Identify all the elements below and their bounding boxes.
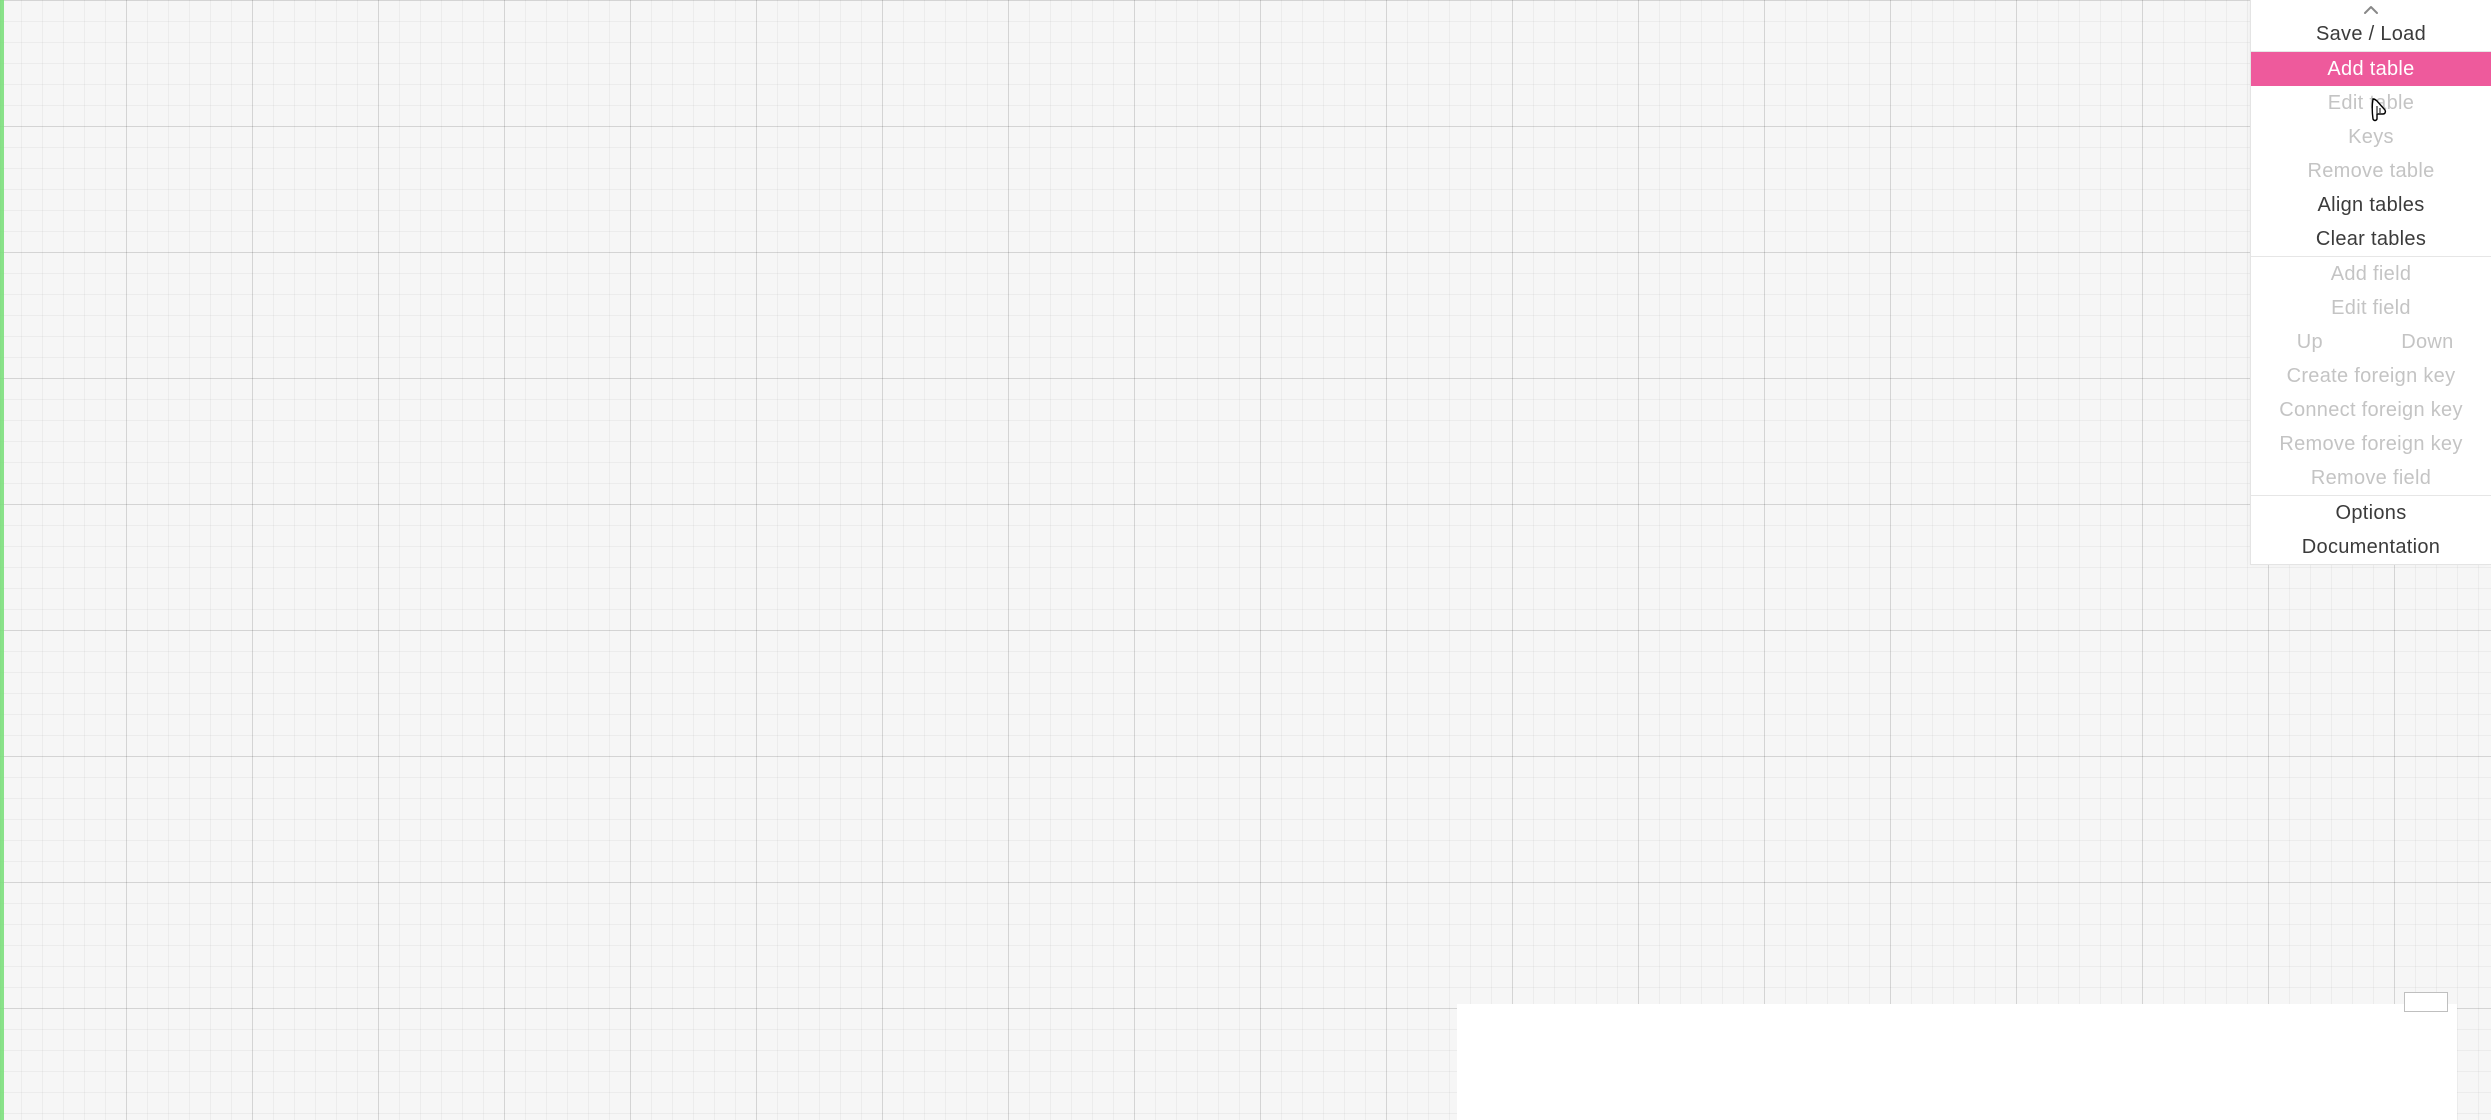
- sidebar-panel: Save / Load Add table Edit table Keys Re…: [2250, 0, 2491, 565]
- field-operations-group: Add field Edit field UpDown Create forei…: [2251, 257, 2491, 496]
- chevron-up-icon: [2363, 0, 2379, 20]
- documentation-button[interactable]: Documentation: [2251, 530, 2491, 564]
- add-field-button: Add field: [2251, 257, 2491, 291]
- remove-foreign-key-button: Remove foreign key: [2251, 427, 2491, 461]
- add-table-button[interactable]: Add table: [2251, 52, 2491, 86]
- table-operations-group: Add table Edit table Keys Remove table A…: [2251, 52, 2491, 257]
- minimap-input[interactable]: [2404, 992, 2448, 1012]
- footer-group: Options Documentation: [2251, 496, 2491, 564]
- align-tables-button[interactable]: Align tables: [2251, 188, 2491, 222]
- canvas-left-highlight: [0, 0, 4, 1120]
- save-load-button[interactable]: Save / Load: [2251, 17, 2491, 51]
- minimap-panel: [1457, 1004, 2457, 1120]
- collapse-button[interactable]: [2251, 0, 2491, 17]
- move-down-button: Down: [2369, 325, 2487, 359]
- connect-foreign-key-button: Connect foreign key: [2251, 393, 2491, 427]
- clear-tables-button[interactable]: Clear tables: [2251, 222, 2491, 256]
- edit-table-button: Edit table: [2251, 86, 2491, 120]
- remove-field-button: Remove field: [2251, 461, 2491, 495]
- create-foreign-key-button: Create foreign key: [2251, 359, 2491, 393]
- move-up-button: Up: [2251, 325, 2369, 359]
- keys-button: Keys: [2251, 120, 2491, 154]
- options-button[interactable]: Options: [2251, 496, 2491, 530]
- design-canvas[interactable]: [0, 0, 2491, 1120]
- edit-field-button: Edit field: [2251, 291, 2491, 325]
- remove-table-button: Remove table: [2251, 154, 2491, 188]
